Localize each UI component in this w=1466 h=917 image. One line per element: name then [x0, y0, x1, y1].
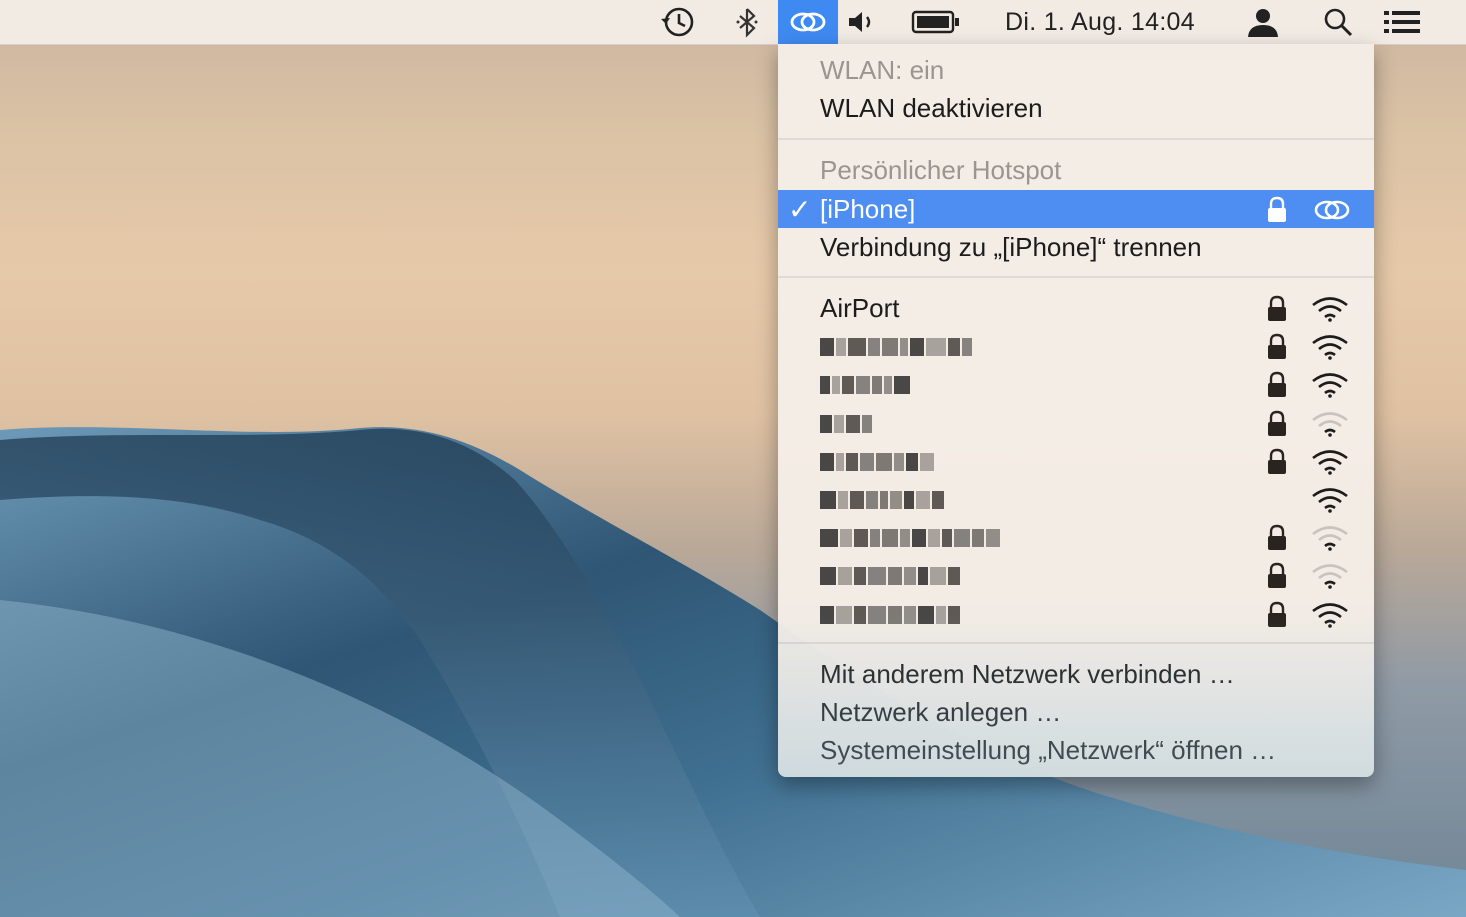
wifi-signal-icon: [1312, 450, 1348, 475]
wifi-signal-icon: [1312, 297, 1348, 322]
wifi-signal-icon: [1312, 564, 1348, 590]
network-item[interactable]: [778, 480, 1374, 518]
lock-icon: [1268, 524, 1286, 551]
create-network-item[interactable]: Netzwerk anlegen …: [778, 693, 1374, 731]
obscured-network-name: [820, 452, 934, 472]
open-network-preferences-item[interactable]: Systemeinstellung „Netzwerk“ öffnen …: [778, 731, 1374, 769]
wifi-signal-icon: [1312, 335, 1348, 360]
wlan-status-label: WLAN: ein: [820, 54, 945, 85]
time-machine-icon[interactable]: [652, 0, 702, 44]
obscured-network-name: [820, 566, 960, 586]
wlan-status: WLAN: ein: [778, 51, 1374, 89]
lock-icon: [1268, 563, 1286, 589]
menu-bar: Di. 1. Aug. 14:04: [0, 0, 1466, 45]
obscured-network-name: [820, 414, 872, 434]
obscured-network-name: [820, 375, 910, 395]
lock-icon: [1268, 333, 1286, 360]
network-item[interactable]: [778, 556, 1374, 594]
obscured-network-name: [820, 605, 960, 625]
menubar-clock[interactable]: Di. 1. Aug. 14:04: [980, 0, 1220, 44]
hotspot-name: [iPhone]: [820, 193, 916, 224]
lock-icon: [1268, 448, 1286, 474]
spotlight-search-icon[interactable]: [1316, 0, 1360, 44]
volume-icon[interactable]: [840, 0, 884, 44]
hotspot-disconnect-item[interactable]: Verbindung zu „[iPhone]“ trennen: [778, 228, 1374, 266]
hotspot-header-label: Persönlicher Hotspot: [820, 154, 1062, 185]
menu-separator: [778, 642, 1374, 644]
wlan-menu: WLAN: ein WLAN deaktivieren Persönlicher…: [778, 44, 1374, 777]
notification-center-icon[interactable]: [1378, 0, 1426, 44]
menu-separator: [778, 138, 1374, 140]
lock-icon: [1268, 295, 1286, 321]
lock-icon: [1268, 601, 1286, 627]
battery-icon[interactable]: [908, 0, 964, 44]
create-network-label: Netzwerk anlegen …: [820, 696, 1062, 727]
open-network-preferences-label: Systemeinstellung „Netzwerk“ öffnen …: [820, 734, 1277, 765]
wifi-signal-icon: [1312, 373, 1348, 399]
hotspot-link-icon: [1314, 200, 1350, 220]
wlan-hotspot-icon[interactable]: [778, 0, 838, 44]
network-item[interactable]: [778, 327, 1374, 365]
checkmark-icon: ✓: [788, 193, 812, 225]
menu-separator: [778, 276, 1374, 278]
bluetooth-icon[interactable]: [725, 0, 769, 44]
wifi-signal-icon: [1312, 602, 1348, 628]
network-item[interactable]: [778, 595, 1374, 633]
user-icon[interactable]: [1240, 0, 1286, 44]
lock-icon: [1268, 196, 1286, 222]
obscured-network-name: [820, 490, 944, 510]
network-item[interactable]: [778, 365, 1374, 403]
hotspot-iphone-item[interactable]: ✓ [iPhone]: [778, 190, 1374, 228]
wifi-signal-icon: [1312, 411, 1348, 437]
hotspot-disconnect-label: Verbindung zu „[iPhone]“ trennen: [820, 231, 1202, 262]
wifi-signal-icon: [1312, 526, 1348, 551]
network-item[interactable]: [778, 442, 1374, 480]
lock-icon: [1268, 410, 1286, 436]
wlan-toggle-item[interactable]: WLAN deaktivieren: [778, 89, 1374, 127]
obscured-network-name: [820, 337, 972, 357]
hotspot-header: Persönlicher Hotspot: [778, 151, 1374, 189]
connect-other-network-label: Mit anderem Netzwerk verbinden …: [820, 658, 1235, 689]
connect-other-network-item[interactable]: Mit anderem Netzwerk verbinden …: [778, 655, 1374, 693]
obscured-network-name: [820, 528, 1000, 548]
wlan-toggle-label: WLAN deaktivieren: [820, 92, 1043, 123]
lock-icon: [1268, 372, 1286, 398]
network-item[interactable]: AirPort: [778, 289, 1374, 327]
network-name: AirPort: [820, 292, 900, 323]
network-item[interactable]: [778, 518, 1374, 556]
wifi-signal-icon: [1312, 488, 1348, 513]
network-item[interactable]: [778, 404, 1374, 442]
